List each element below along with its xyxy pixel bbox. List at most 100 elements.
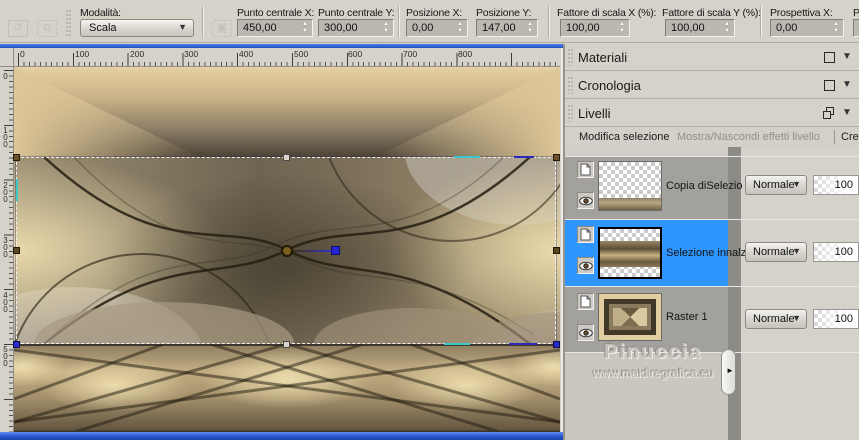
- posizione-y-input[interactable]: 147,00 ▲ ▼: [476, 19, 538, 37]
- opacity-slider[interactable]: 100: [813, 175, 859, 195]
- selection-handle-bottom-right[interactable]: [553, 341, 560, 348]
- selection-handle-bottom-middle[interactable]: [283, 341, 290, 348]
- field-label: Fattore di scala Y (%):: [662, 7, 761, 19]
- panel-grip[interactable]: [568, 49, 573, 66]
- layer-thumbnail[interactable]: [598, 293, 662, 341]
- blend-mode-value: Normale: [753, 313, 795, 325]
- marquee-dash: [16, 179, 18, 201]
- layer-type-icon: [577, 226, 594, 243]
- cronologia-panel-header[interactable]: Cronologia ▼: [565, 72, 859, 99]
- selection-handle-mid-left[interactable]: [13, 247, 20, 254]
- field-value: 147,00: [482, 22, 516, 34]
- opacity-value: 100: [834, 313, 853, 325]
- ruler-tick-label: 300: [184, 49, 199, 59]
- selection-handle-top-middle[interactable]: [283, 154, 290, 161]
- ruler-tick-label: 200: [130, 49, 145, 59]
- spinner-arrows[interactable]: ▲ ▼: [299, 21, 311, 35]
- layer-thumbnail[interactable]: [598, 227, 662, 279]
- field-value: 0,00: [412, 22, 434, 34]
- selection-handle-bottom-left[interactable]: [13, 341, 20, 348]
- prospettiva-x-input[interactable]: 0,00 ▲ ▼: [770, 19, 844, 37]
- punto-centrale-x-input[interactable]: 450,00 ▲ ▼: [237, 19, 313, 37]
- spinner-arrows[interactable]: ▲ ▼: [721, 21, 733, 35]
- spinner-arrows[interactable]: ▲ ▼: [616, 21, 628, 35]
- chevron-down-icon[interactable]: ▼: [842, 107, 852, 118]
- livelli-panel-header[interactable]: Livelli ▼: [565, 100, 859, 127]
- right-panel: Materiali ▼ Cronologia ▼ Livelli ▼ Modif…: [565, 44, 859, 440]
- ruler-corner: [0, 48, 14, 67]
- spinner-arrows[interactable]: ▲ ▼: [524, 21, 536, 35]
- field-label: Punto centrale X:: [237, 7, 315, 19]
- chevron-down-icon: ▼: [792, 179, 801, 189]
- punto-centrale-y-input[interactable]: 300,00 ▲ ▼: [318, 19, 394, 37]
- opacity-value: 100: [834, 246, 853, 258]
- marquee-dash: [444, 343, 470, 345]
- visibility-eye-icon[interactable]: [577, 257, 594, 274]
- visibility-eye-icon[interactable]: [577, 324, 594, 341]
- modalita-dropdown[interactable]: Scala ▼: [80, 19, 194, 37]
- field-label: Prospettiva X:: [770, 7, 833, 19]
- posizione-x-input[interactable]: 0,00 ▲ ▼: [406, 19, 468, 37]
- transform-icon[interactable]: ⧉: [37, 20, 57, 37]
- visibility-eye-icon[interactable]: [577, 192, 594, 209]
- layer-thumbnail[interactable]: [598, 161, 662, 211]
- rotation-handle-square[interactable]: [331, 246, 340, 255]
- field-value: 100,00: [566, 22, 600, 34]
- preset-icon[interactable]: ↺: [8, 20, 28, 37]
- row-separator: [565, 286, 859, 287]
- image-window-bottom-border: [0, 432, 563, 440]
- pivot-center-handle[interactable]: [281, 245, 293, 257]
- field-label: Posizione X:: [406, 7, 462, 19]
- selection-handle-mid-right[interactable]: [553, 247, 560, 254]
- rotation-handle-line: [293, 250, 333, 252]
- panel-title: Materiali: [578, 50, 628, 65]
- toolbar-separator: [834, 130, 835, 144]
- panel-grip[interactable]: [568, 105, 573, 122]
- arrow-right-icon: ►: [726, 366, 734, 375]
- field-value: 0,00: [776, 22, 798, 34]
- layer-name[interactable]: Copia diSelezio: [666, 180, 742, 192]
- chevron-down-icon[interactable]: ▼: [842, 79, 852, 90]
- selection-handle-top-right[interactable]: [553, 154, 560, 161]
- livelli-toolbar: Modifica selezione Mostra/Nascondi effet…: [565, 128, 859, 147]
- marquee-dash: [454, 156, 480, 158]
- blend-mode-dropdown[interactable]: Normale ▼: [745, 309, 807, 329]
- selection-handle-top-left[interactable]: [13, 154, 20, 161]
- blend-mode-value: Normale: [753, 179, 795, 191]
- opacity-slider[interactable]: 100: [813, 242, 859, 262]
- app-window: ↺ ⧉ Modalità: Scala ▼ ▣ Punto centrale X…: [0, 0, 859, 440]
- spinner-arrows[interactable]: ▲ ▼: [380, 21, 392, 35]
- fattore-scala-x-input[interactable]: 100,00 ▲ ▼: [560, 19, 630, 37]
- ruler-tick-label: 400: [239, 49, 254, 59]
- deform-rect-icon[interactable]: ▣: [212, 20, 232, 37]
- splitter-handle[interactable]: ►: [721, 349, 736, 395]
- blend-mode-dropdown[interactable]: Normale ▼: [745, 175, 807, 195]
- dock-icon[interactable]: [824, 52, 835, 63]
- blend-mode-dropdown[interactable]: Normale ▼: [745, 242, 807, 262]
- toolbar-grip[interactable]: [66, 10, 71, 36]
- vertical-ruler: 0 100 200 300 400 500: [0, 67, 14, 432]
- toolbar-separator: [548, 6, 550, 38]
- ruler-tick-label: 0: [20, 49, 25, 59]
- image-canvas[interactable]: [13, 67, 560, 432]
- chevron-down-icon[interactable]: ▼: [842, 51, 852, 62]
- dock-icon[interactable]: [824, 80, 835, 91]
- field-label: Fattore di scala X (%):: [557, 7, 657, 19]
- panel-grip[interactable]: [568, 77, 573, 94]
- fattore-scala-y-input[interactable]: 100,00 ▲ ▼: [665, 19, 735, 37]
- opacity-slider[interactable]: 100: [813, 309, 859, 329]
- opacity-value: 100: [834, 179, 853, 191]
- layer-name[interactable]: Raster 1: [666, 311, 708, 323]
- float-window-icon[interactable]: [823, 107, 835, 119]
- blend-mode-value: Normale: [753, 246, 795, 258]
- layer-type-icon: [577, 293, 594, 310]
- spinner-arrows[interactable]: ▲ ▼: [830, 21, 842, 35]
- ruler-tick-label: 100: [1, 126, 10, 147]
- modifica-selezione-button[interactable]: Modifica selezione: [579, 131, 670, 143]
- materiali-panel-header[interactable]: Materiali ▼: [565, 44, 859, 71]
- layer-name[interactable]: Selezione innalz: [666, 247, 746, 259]
- toolbar-separator: [202, 6, 204, 38]
- prospettiva-y-input[interactable]: [853, 19, 859, 37]
- crea-button[interactable]: Crea: [841, 131, 859, 143]
- spinner-arrows[interactable]: ▲ ▼: [454, 21, 466, 35]
